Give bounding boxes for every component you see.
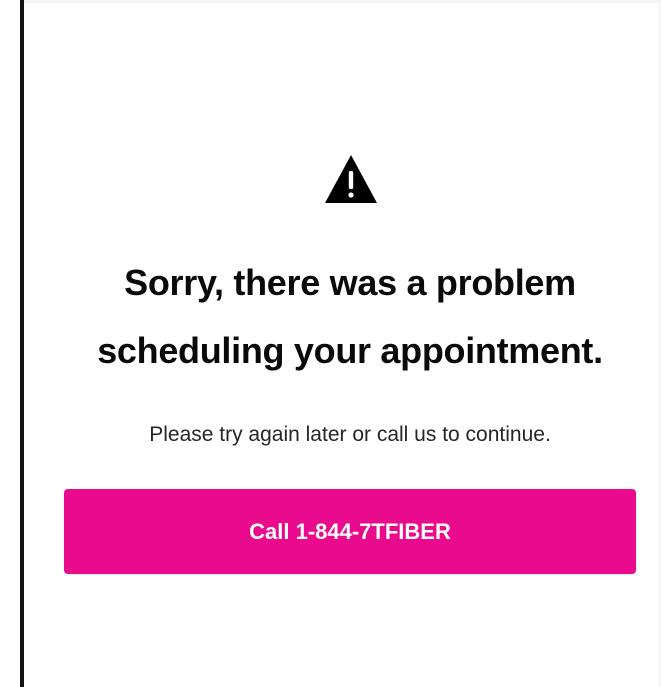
error-title-line-2: scheduling your appointment. — [97, 330, 603, 371]
call-button[interactable]: Call 1-844-7TFIBER — [64, 489, 636, 574]
warning-icon — [325, 155, 377, 203]
error-message: Please try again later or call us to con… — [149, 423, 551, 446]
error-title-line-1: Sorry, there was a problem — [124, 262, 576, 303]
error-title: Sorry, there was a problem scheduling yo… — [24, 249, 661, 385]
error-panel: Sorry, there was a problem scheduling yo… — [24, 0, 661, 687]
